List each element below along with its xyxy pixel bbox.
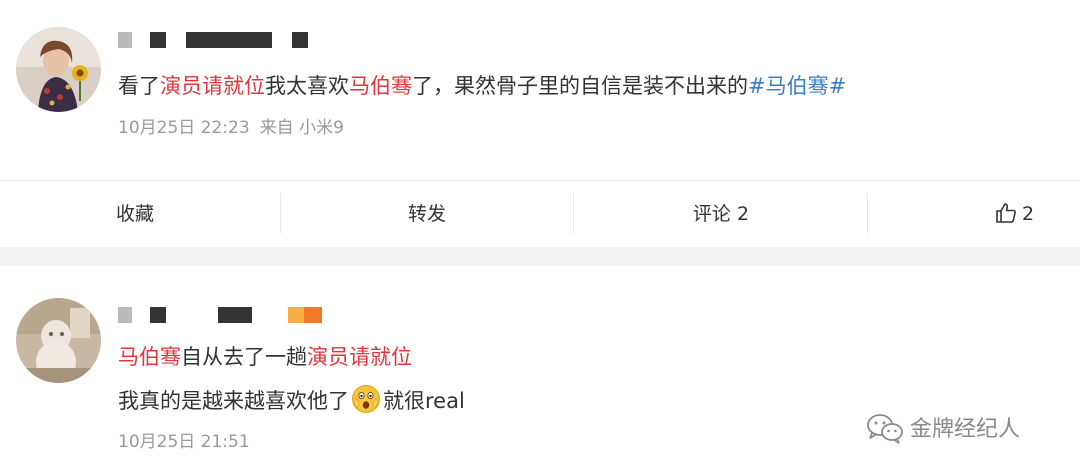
post: 看了演员请就位我太喜欢马伯骞了，果然骨子里的自信是装不出来的#马伯骞# 10月2…: [0, 0, 1080, 180]
post-text-segment: 了，果然骨子里的自信是装不出来的: [412, 74, 748, 98]
repost-button[interactable]: 转发: [352, 181, 502, 247]
watermark-text: 金牌经纪人: [910, 417, 1021, 442]
post-text-segment: 看了: [118, 74, 160, 98]
shocked-face-emoji: [351, 384, 381, 414]
post-date: 10月25日 22:23: [118, 118, 250, 138]
comment-text-segment: 就很real: [383, 389, 465, 413]
post-source: 来自 小米9: [259, 118, 344, 138]
wechat-icon: [867, 414, 903, 444]
post-author-avatar[interactable]: [16, 27, 101, 112]
comment-text-line-1: 马伯骞自从去了一趟演员请就位: [118, 342, 412, 372]
comment-button[interactable]: 评论 2: [646, 181, 796, 247]
mention-link[interactable]: 马伯骞: [349, 74, 412, 98]
comment-author-avatar[interactable]: [16, 298, 101, 383]
post-text: 看了演员请就位我太喜欢马伯骞了，果然骨子里的自信是装不出来的#马伯骞#: [118, 71, 846, 101]
divider: [573, 193, 574, 233]
divider: [280, 193, 281, 233]
mention-link[interactable]: 马伯骞: [118, 345, 181, 369]
thumbs-up-icon: [996, 202, 1016, 223]
comment-meta: 10月25日 21:51: [118, 430, 250, 454]
watermark: 金牌经纪人: [866, 410, 1020, 450]
mention-link[interactable]: 演员请就位: [307, 345, 412, 369]
like-button[interactable]: 2: [994, 181, 1034, 247]
action-bar: 收藏 转发 评论 2 2: [0, 180, 1080, 247]
divider: [867, 193, 868, 233]
post-meta: 10月25日 22:23 来自 小米9: [118, 116, 344, 140]
post-text-segment: 我太喜欢: [265, 74, 349, 98]
like-count: 2: [1022, 203, 1035, 225]
favorite-button[interactable]: 收藏: [60, 181, 210, 247]
comment-text-segment: 自从去了一趟: [181, 345, 307, 369]
comment-text-line-2: 我真的是越来越喜欢他了 就很real: [118, 384, 465, 417]
hashtag-link[interactable]: #马伯骞#: [748, 74, 846, 98]
post-author-name-redacted[interactable]: [118, 32, 308, 48]
comment-text-segment: 我真的是越来越喜欢他了: [118, 389, 349, 413]
weibo-page: 看了演员请就位我太喜欢马伯骞了，果然骨子里的自信是装不出来的#马伯骞# 10月2…: [0, 0, 1080, 476]
section-separator: [0, 247, 1080, 266]
comment-date: 10月25日 21:51: [118, 432, 250, 452]
mention-link[interactable]: 演员请就位: [160, 74, 265, 98]
comment-author-name-redacted[interactable]: [118, 307, 322, 323]
